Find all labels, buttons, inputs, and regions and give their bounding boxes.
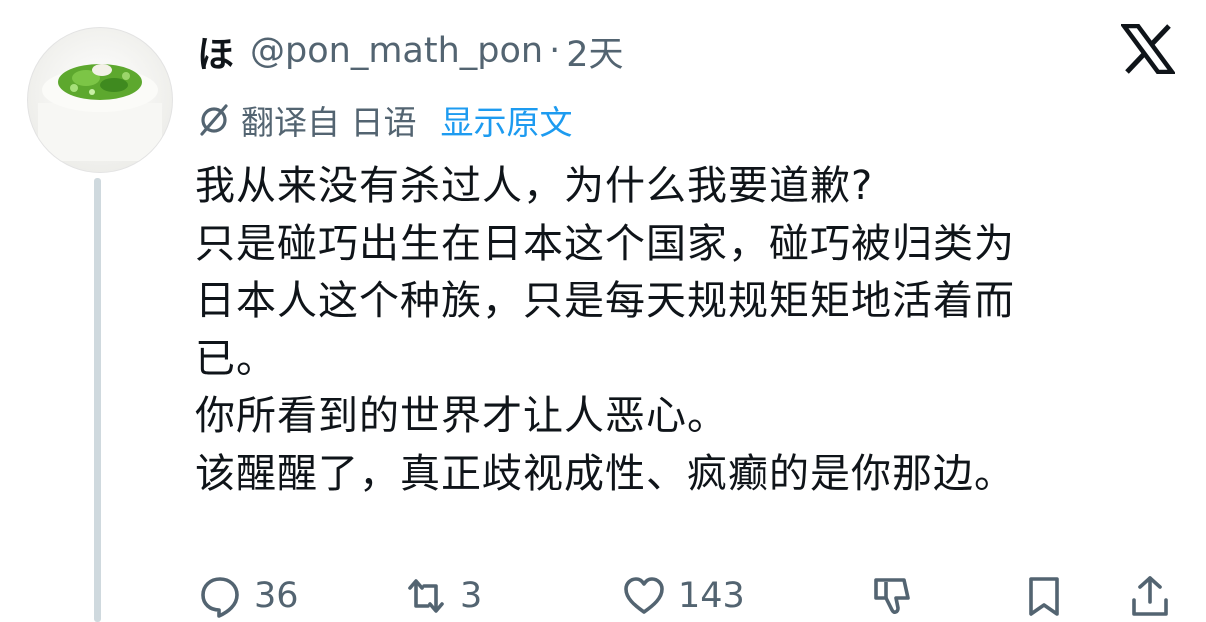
thread-line	[94, 178, 101, 622]
tweet-line: 已。	[195, 335, 277, 382]
tweet-body: 我从来没有杀过人，为什么我要道歉? 只是碰巧出生在日本这个国家，碰巧被归类为 日…	[195, 158, 1165, 503]
share-icon	[1132, 576, 1168, 616]
translated-from-label: 翻译自 日语	[241, 103, 417, 142]
like-count: 143	[678, 576, 745, 616]
repost-button[interactable]: 3	[404, 570, 482, 622]
tweet-line: 我从来没有杀过人，为什么我要道歉?	[195, 163, 874, 209]
tweet-line: 只是碰巧出生在日本这个国家，碰巧被归类为	[195, 220, 1015, 267]
reply-count: 36	[254, 576, 299, 616]
avatar[interactable]	[27, 27, 173, 173]
repost-count: 3	[460, 576, 483, 616]
action-bar: 36 3 143	[0, 570, 1206, 622]
post-time[interactable]: 2天	[566, 26, 623, 77]
x-logo-icon[interactable]	[1121, 24, 1175, 74]
translate-icon	[200, 104, 228, 136]
repost-icon	[408, 579, 444, 613]
like-button[interactable]: 143	[622, 570, 745, 622]
tweet-line: 日本人这个种族，只是每天规规矩矩地活着而	[195, 278, 1015, 324]
separator-dot: ·	[549, 31, 561, 71]
tweet-header: ほ @pon_math_pon · 2天	[197, 22, 624, 80]
share-button[interactable]	[1128, 570, 1172, 622]
bookmark-icon	[1029, 577, 1059, 616]
author-name[interactable]: ほ	[197, 24, 234, 78]
tweet-line: 该醒醒了，真正歧视成性、疯癫的是你那边。	[195, 450, 1015, 497]
reply-icon	[201, 577, 239, 618]
heart-icon	[624, 577, 664, 614]
tweet-line: 你所看到的世界才让人恶心。	[195, 393, 728, 439]
tofu-avatar-image	[38, 64, 162, 161]
reply-button[interactable]: 36	[198, 570, 299, 622]
translation-row: 翻译自 日语 显示原文	[197, 96, 573, 144]
dislike-icon	[874, 578, 910, 614]
dislike-button[interactable]	[870, 570, 914, 622]
bookmark-button[interactable]	[1022, 570, 1066, 622]
show-original-link[interactable]: 显示原文	[441, 96, 573, 144]
author-handle[interactable]: @pon_math_pon	[250, 31, 543, 71]
